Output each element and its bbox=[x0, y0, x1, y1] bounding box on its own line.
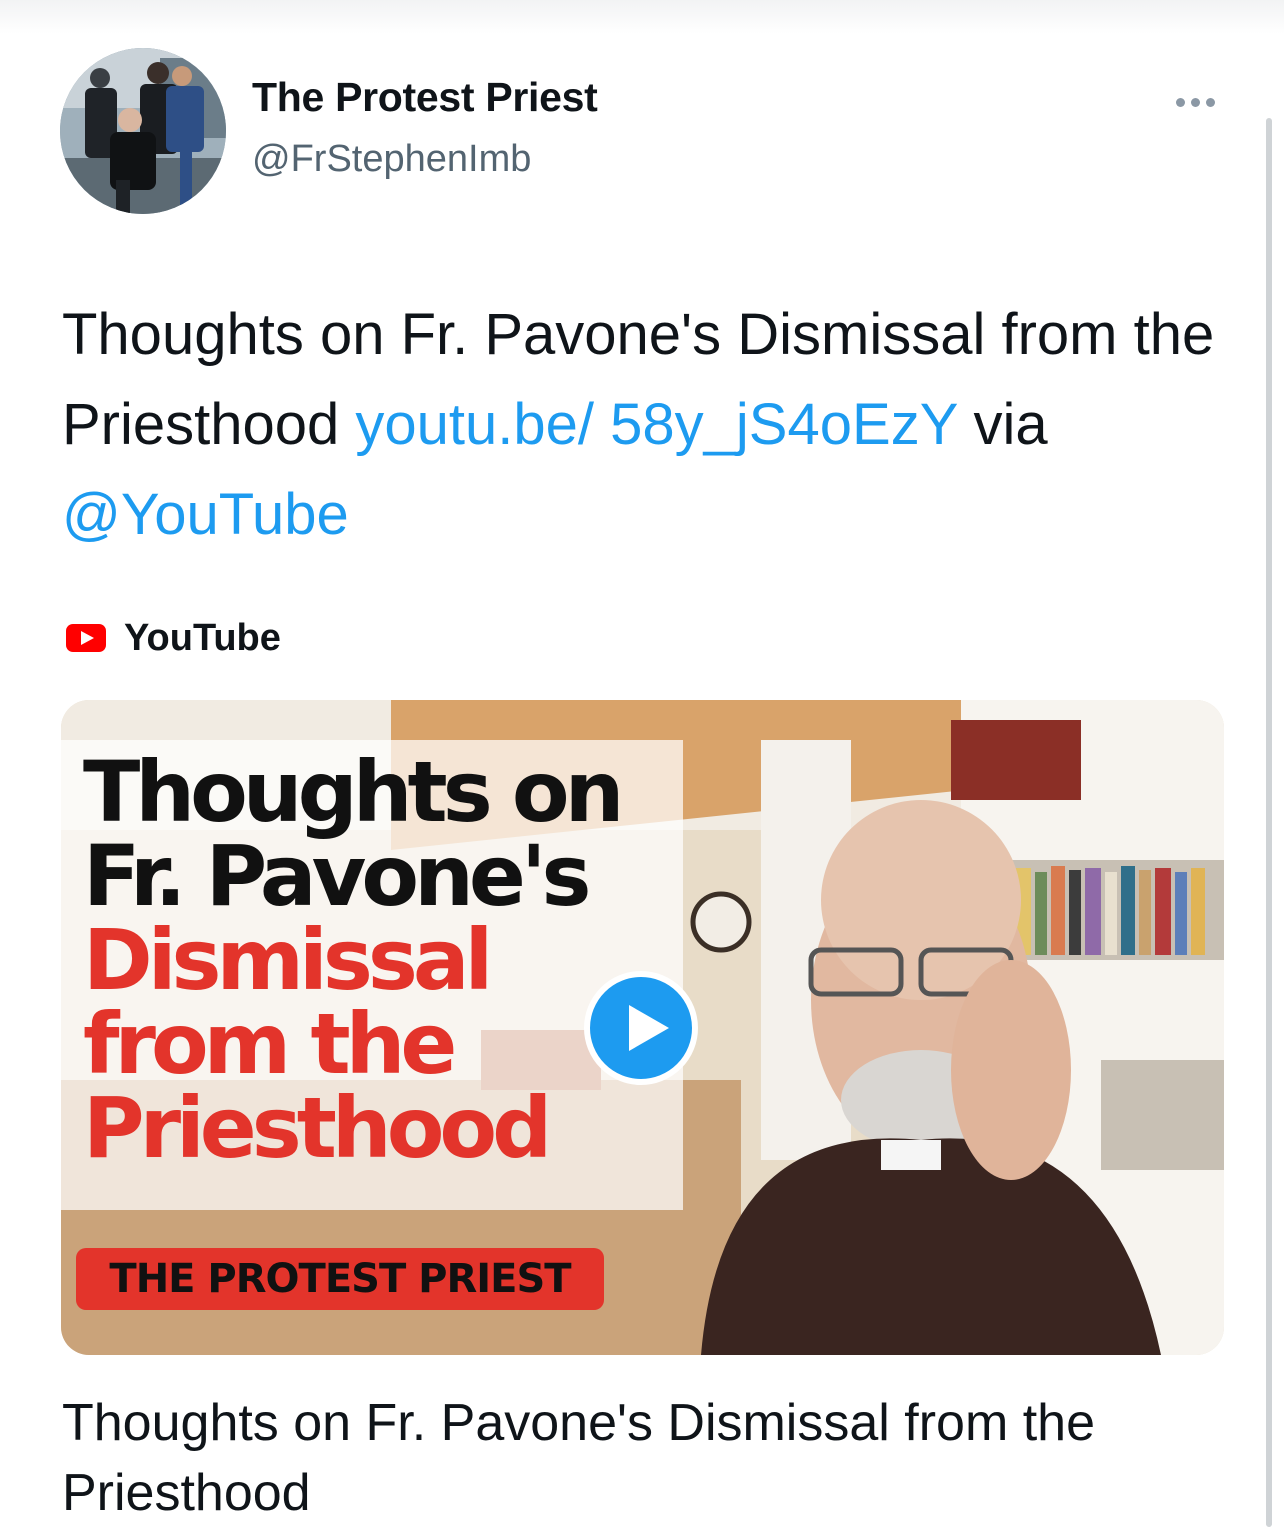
thumbnail-banner-text: THE PROTEST PRIEST bbox=[109, 1256, 571, 1302]
tweet-text: Thoughts on Fr. Pavone's Dismissal from … bbox=[62, 290, 1222, 560]
play-icon[interactable] bbox=[584, 971, 698, 1085]
thumbnail-text: Thoughts on Fr. Pavone's Dismissal from … bbox=[83, 743, 624, 1177]
tweet-link[interactable]: youtu.be/ 58y_jS4oEzY bbox=[355, 392, 957, 457]
display-name[interactable]: The Protest Priest bbox=[252, 74, 598, 121]
thumbnail-line-5: Priesthood bbox=[83, 1079, 552, 1177]
scrollbar[interactable] bbox=[1266, 118, 1272, 1527]
top-fade bbox=[0, 0, 1284, 34]
card-title[interactable]: Thoughts on Fr. Pavone's Dismissal from … bbox=[62, 1388, 1222, 1528]
thumbnail-line-2: Fr. Pavone's bbox=[83, 827, 592, 925]
user-handle[interactable]: @FrStephenImb bbox=[252, 138, 531, 181]
thumbnail-banner: THE PROTEST PRIEST bbox=[76, 1248, 604, 1310]
mention-link[interactable]: @YouTube bbox=[62, 482, 349, 547]
thumbnail-line-3: Dismissal bbox=[83, 911, 493, 1009]
thumbnail-line-4: from the bbox=[83, 995, 457, 1093]
card-source-label: YouTube bbox=[124, 616, 281, 659]
avatar[interactable] bbox=[60, 48, 226, 214]
thumbnail-line-1: Thoughts on bbox=[83, 743, 624, 841]
via-text: via bbox=[957, 392, 1048, 457]
youtube-icon bbox=[66, 624, 106, 652]
card-source: YouTube bbox=[66, 617, 281, 659]
more-icon[interactable] bbox=[1176, 96, 1222, 108]
